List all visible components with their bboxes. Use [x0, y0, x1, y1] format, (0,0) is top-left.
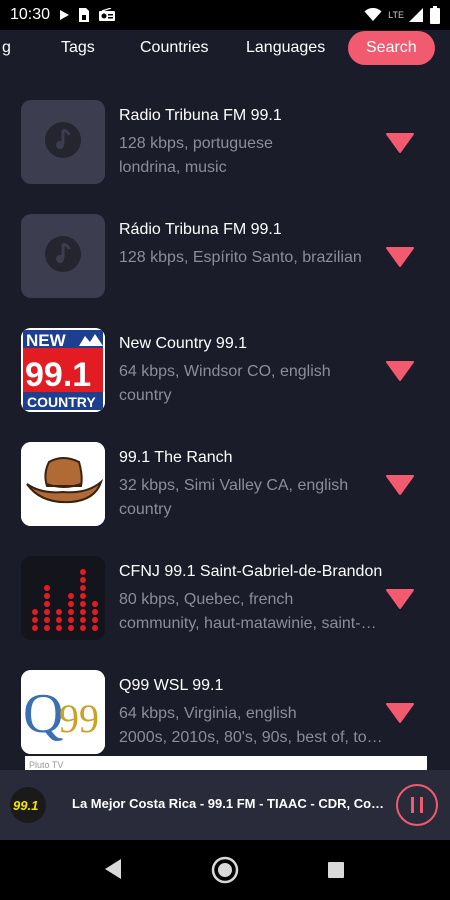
station-details-line: 128 kbps, portuguese — [119, 135, 273, 152]
station-details-line: 64 kbps, Windsor CO, english — [119, 363, 331, 380]
station-item[interactable]: NEW 99.1 COUNTRY New Country 99.1 64 kbp… — [0, 320, 450, 420]
equalizer-logo — [21, 556, 105, 640]
tab-search[interactable]: Search — [348, 31, 435, 65]
category-tabs: g Tags Countries Languages Search — [0, 30, 450, 66]
signal-icon — [408, 7, 424, 23]
tab-tags[interactable]: Tags — [61, 39, 95, 57]
station-item[interactable]: Rádio Tribuna FM 99.1 128 kbps, Espírito… — [0, 206, 450, 306]
station-name: CFNJ 99.1 Saint-Gabriel-de-Brandon — [119, 563, 383, 580]
station-logo — [21, 442, 105, 526]
station-item[interactable]: 99.1 The Ranch 32 kbps, Simi Valley CA, … — [0, 434, 450, 534]
station-name: New Country 99.1 — [119, 335, 248, 352]
q99-logo: Q 99 — [21, 670, 105, 754]
station-details: 64 kbps, Windsor CO, english country — [119, 360, 385, 408]
status-time: 10:30 — [10, 6, 51, 23]
station-details-line: 2000s, 2010s, 80's, 90s, best of, top 40 — [119, 729, 385, 746]
svg-text:99.1: 99.1 — [25, 356, 91, 394]
station-item[interactable]: Radio Tribuna FM 99.1 128 kbps, portugue… — [0, 92, 450, 192]
sim-card-icon — [78, 7, 90, 23]
recents-icon[interactable] — [327, 861, 345, 879]
svg-text:COUNTRY: COUNTRY — [27, 394, 96, 410]
now-playing-logo: 99.1 — [10, 787, 46, 823]
cowboy-hat-logo — [21, 442, 105, 526]
favorite-heart-icon[interactable] — [386, 360, 414, 382]
ad-text: Pluto TV — [29, 760, 64, 770]
tab-genres[interactable]: g — [2, 39, 11, 57]
home-icon[interactable] — [211, 856, 239, 884]
station-logo: Q 99 — [21, 670, 105, 754]
status-bar: 10:30 LTE — [0, 0, 450, 30]
station-logo — [21, 214, 105, 298]
svg-text:99.1: 99.1 — [13, 798, 38, 813]
station-logo — [21, 100, 105, 184]
favorite-heart-icon[interactable] — [386, 246, 414, 268]
pause-icon — [408, 797, 426, 813]
tab-languages[interactable]: Languages — [246, 39, 325, 57]
favorite-heart-icon[interactable] — [386, 132, 414, 154]
station-details: 64 kbps, Virginia, english 2000s, 2010s,… — [119, 702, 385, 750]
station-details-line: 64 kbps, Virginia, english — [119, 705, 297, 722]
station-details-line: 32 kbps, Simi Valley CA, english — [119, 477, 349, 494]
station-logo: NEW 99.1 COUNTRY — [21, 328, 105, 412]
svg-text:NEW: NEW — [26, 331, 67, 350]
station-details-line: country — [119, 501, 172, 518]
station-name: Radio Tribuna FM 99.1 — [119, 107, 282, 124]
station-details: 80 kbps, Quebec, french community, haut-… — [119, 588, 385, 636]
station-details-line: country — [119, 387, 172, 404]
pause-button[interactable] — [396, 784, 438, 826]
radio-icon — [98, 8, 116, 22]
station-item[interactable]: Q 99 Q99 WSL 99.1 64 kbps, Virginia, eng… — [0, 662, 450, 762]
svg-text:99: 99 — [59, 696, 99, 741]
station-logo — [21, 556, 105, 640]
back-icon[interactable] — [103, 858, 123, 880]
station-name: Rádio Tribuna FM 99.1 — [119, 221, 282, 238]
station-name: Q99 WSL 99.1 — [119, 677, 224, 694]
tab-countries[interactable]: Countries — [140, 39, 208, 57]
battery-icon — [430, 6, 440, 24]
favorite-heart-icon[interactable] — [386, 588, 414, 610]
favorite-heart-icon[interactable] — [386, 474, 414, 496]
station-details: 128 kbps, portuguese londrina, music — [119, 132, 385, 180]
station-details: 128 kbps, Espírito Santo, brazilian — [119, 246, 385, 270]
mini-player[interactable]: 99.1 La Mejor Costa Rica - 99.1 FM - TIA… — [0, 770, 450, 840]
station-details-line: 80 kbps, Quebec, french — [119, 591, 294, 608]
station-details-line: community, haut-matawinie, saint-gabriel — [119, 615, 385, 632]
favorite-heart-icon[interactable] — [386, 702, 414, 724]
station-details-line: londrina, music — [119, 159, 227, 176]
music-note-icon — [43, 234, 83, 279]
play-icon — [58, 9, 70, 21]
system-nav-bar — [0, 840, 450, 900]
svg-text:Q: Q — [23, 683, 63, 745]
station-name: 99.1 The Ranch — [119, 449, 233, 466]
station-details: 32 kbps, Simi Valley CA, english country — [119, 474, 385, 522]
network-type: LTE — [388, 10, 404, 20]
station-details-line: 128 kbps, Espírito Santo, brazilian — [119, 249, 362, 266]
music-note-icon — [43, 120, 83, 165]
new-country-logo: NEW 99.1 COUNTRY — [21, 328, 105, 412]
station-item[interactable]: CFNJ 99.1 Saint-Gabriel-de-Brandon 80 kb… — [0, 548, 450, 648]
now-playing-title: La Mejor Costa Rica - 99.1 FM - TIAAC - … — [72, 796, 390, 811]
wifi-icon — [364, 8, 382, 22]
